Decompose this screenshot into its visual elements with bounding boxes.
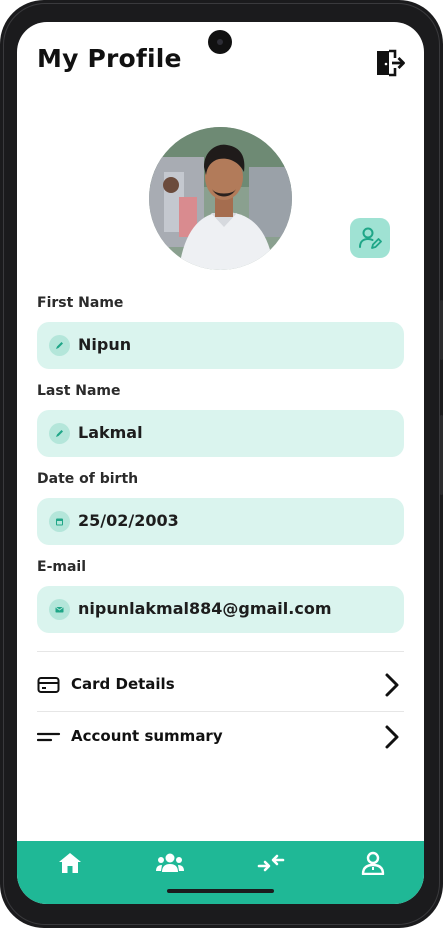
card-details-row[interactable]: Card Details [37, 664, 404, 704]
email-label: E-mail [37, 559, 87, 575]
last-name-field[interactable]: Lakmal [37, 410, 404, 457]
first-name-field[interactable]: Nipun [37, 322, 404, 369]
last-name-label: Last Name [37, 383, 121, 399]
last-name-value: Lakmal [78, 423, 143, 442]
mail-icon [49, 599, 70, 620]
divider [37, 711, 404, 712]
divider [37, 651, 404, 652]
account-summary-row[interactable]: Account summary [37, 716, 404, 756]
calendar-icon [49, 511, 70, 532]
page-title: My Profile [37, 44, 182, 73]
bottom-navigation-bar [17, 841, 424, 904]
phone-frame: My Profile First Name Nipun Last Name La… [0, 0, 443, 928]
credit-card-icon [37, 677, 60, 693]
date-of-birth-field[interactable]: 25/02/2003 [37, 498, 404, 545]
transfer-icon[interactable] [257, 851, 285, 875]
logout-icon[interactable] [375, 48, 405, 78]
chevron-right-icon [385, 673, 399, 697]
email-value: nipunlakmal884@gmail.com [78, 599, 332, 618]
account-summary-label: Account summary [71, 727, 223, 745]
card-details-label: Card Details [71, 675, 175, 693]
first-name-label: First Name [37, 295, 124, 311]
profile-icon[interactable] [359, 851, 387, 875]
edit-icon [49, 335, 70, 356]
date-of-birth-label: Date of birth [37, 471, 139, 487]
avatar [149, 127, 292, 270]
home-icon[interactable] [56, 851, 84, 875]
email-field[interactable]: nipunlakmal884@gmail.com [37, 586, 404, 633]
home-indicator[interactable] [167, 889, 274, 893]
front-camera [208, 30, 232, 54]
screen: My Profile First Name Nipun Last Name La… [17, 22, 424, 904]
edit-profile-picture-button[interactable] [350, 218, 390, 258]
group-icon[interactable] [156, 851, 184, 875]
first-name-value: Nipun [78, 335, 132, 354]
edit-icon [49, 423, 70, 444]
user-edit-icon [359, 227, 382, 249]
summary-lines-icon [37, 732, 61, 742]
date-of-birth-value: 25/02/2003 [78, 511, 179, 530]
chevron-right-icon [385, 725, 399, 749]
